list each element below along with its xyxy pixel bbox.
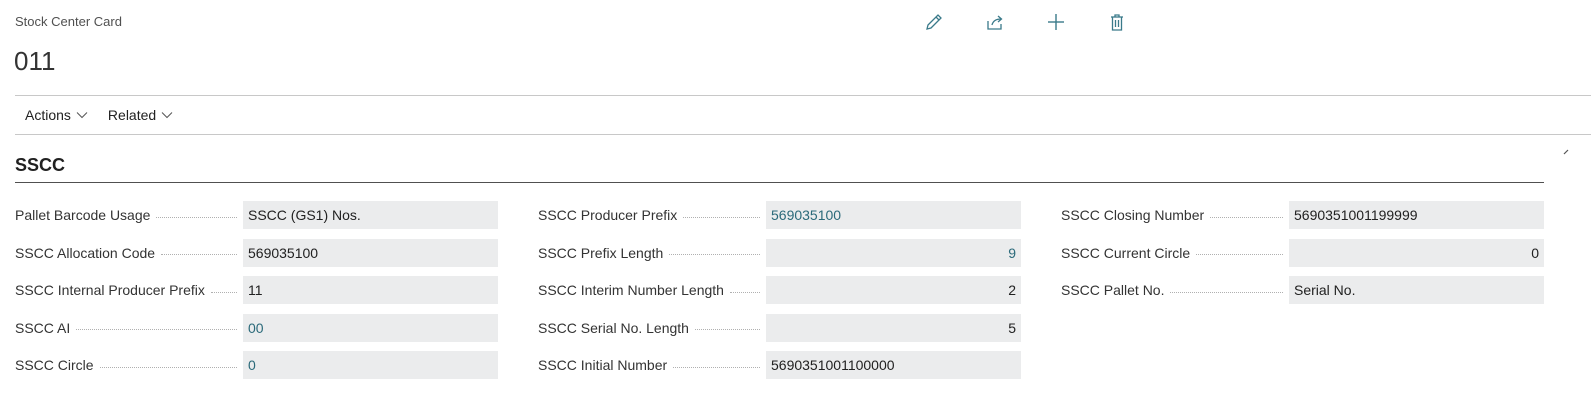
field-sscc-initial-number: SSCC Initial Number 5690351001100000 [538, 351, 1021, 379]
field-sscc-circle: SSCC Circle 0 [15, 351, 498, 379]
field-label: SSCC Pallet No. [1061, 282, 1165, 298]
field-label: SSCC Producer Prefix [538, 207, 678, 223]
field-sscc-ai: SSCC AI 00 [15, 313, 498, 342]
section-divider [15, 182, 1544, 183]
field-label: SSCC Prefix Length [538, 244, 664, 261]
sscc-producer-prefix-value-link[interactable]: 569035100 [766, 201, 1021, 229]
field-label: Pallet Barcode Usage [15, 207, 151, 223]
field-label: SSCC Current Circle [1061, 244, 1191, 261]
related-menu-label: Related [107, 107, 157, 123]
related-menu[interactable]: Related [98, 96, 183, 134]
field-sscc-prefix-length: SSCC Prefix Length 9 [538, 238, 1021, 267]
field-sscc-current-circle: SSCC Current Circle 0 [1061, 238, 1544, 267]
field-pallet-barcode-usage: Pallet Barcode Usage SSCC (GS1) Nos. [15, 201, 498, 229]
sscc-pallet-no-value[interactable]: Serial No. [1289, 276, 1544, 304]
page-caption: Stock Center Card [15, 14, 122, 29]
field-label: SSCC Circle [15, 357, 94, 373]
field-label: SSCC Allocation Code [15, 244, 156, 261]
field-label: SSCC Internal Producer Prefix [15, 282, 205, 298]
sscc-ai-value-link[interactable]: 00 [243, 313, 498, 342]
leader-dots [156, 216, 237, 218]
sscc-fields: Pallet Barcode Usage SSCC (GS1) Nos. SSC… [15, 201, 1544, 389]
leader-dots [1196, 254, 1283, 255]
delete-icon [1111, 14, 1123, 31]
field-label: SSCC Closing Number [1061, 207, 1205, 223]
actions-menu[interactable]: Actions [15, 96, 98, 134]
sscc-closing-number-value[interactable]: 5690351001199999 [1289, 201, 1544, 229]
field-sscc-allocation-code: SSCC Allocation Code 569035100 [15, 238, 498, 267]
leader-dots [1170, 291, 1283, 293]
actionbar-top-divider [15, 95, 1591, 96]
field-label: SSCC Serial No. Length [538, 319, 689, 336]
sscc-initial-number-value[interactable]: 5690351001100000 [766, 351, 1021, 379]
fields-column-2: SSCC Producer Prefix 569035100 SSCC Pref… [538, 201, 1021, 389]
new-icon [1048, 14, 1064, 30]
chevron-down-icon [76, 112, 88, 119]
leader-dots [99, 366, 237, 368]
actions-menu-label: Actions [25, 107, 71, 123]
delete-button[interactable] [1105, 10, 1129, 34]
sscc-allocation-code-value[interactable]: 569035100 [243, 238, 498, 267]
field-label: SSCC Initial Number [538, 357, 668, 373]
sscc-internal-producer-prefix-value[interactable]: 11 [243, 276, 498, 304]
chevron-down-icon [161, 112, 173, 119]
leader-dots [1210, 216, 1283, 218]
field-sscc-pallet-no: SSCC Pallet No. Serial No. [1061, 276, 1544, 304]
field-sscc-internal-producer-prefix: SSCC Internal Producer Prefix 11 [15, 276, 498, 304]
edit-icon [926, 14, 942, 30]
leader-dots [683, 216, 760, 218]
edit-button[interactable] [922, 10, 946, 34]
field-sscc-producer-prefix: SSCC Producer Prefix 569035100 [538, 201, 1021, 229]
sscc-prefix-length-value-link[interactable]: 9 [766, 238, 1021, 267]
fields-column-3: SSCC Closing Number 5690351001199999 SSC… [1061, 201, 1544, 389]
leader-dots [76, 329, 237, 330]
action-bar: Actions Related [15, 96, 183, 134]
field-sscc-closing-number: SSCC Closing Number 5690351001199999 [1061, 201, 1544, 229]
share-icon [987, 15, 1003, 30]
leader-dots [210, 291, 237, 293]
sscc-current-circle-value[interactable]: 0 [1289, 238, 1544, 267]
new-button[interactable] [1044, 10, 1068, 34]
leader-dots [694, 329, 760, 330]
field-label: SSCC Interim Number Length [538, 282, 724, 298]
field-sscc-interim-number-length: SSCC Interim Number Length 2 [538, 276, 1021, 304]
sscc-interim-number-length-value[interactable]: 2 [766, 276, 1021, 304]
sscc-circle-value-link[interactable]: 0 [243, 351, 498, 379]
sscc-serial-no-length-value[interactable]: 5 [766, 313, 1021, 342]
leader-dots [669, 254, 760, 255]
section-title-sscc[interactable]: SSCC [15, 155, 65, 176]
actionbar-bottom-divider [15, 134, 1591, 135]
record-title: 011 [14, 46, 56, 76]
field-sscc-serial-no-length: SSCC Serial No. Length 5 [538, 313, 1021, 342]
pallet-barcode-usage-value[interactable]: SSCC (GS1) Nos. [243, 201, 498, 229]
leader-dots [729, 291, 760, 293]
scroll-up-icon[interactable] [1560, 140, 1572, 156]
leader-dots [673, 366, 760, 368]
fields-column-1: Pallet Barcode Usage SSCC (GS1) Nos. SSC… [15, 201, 498, 389]
share-button[interactable] [983, 10, 1007, 34]
leader-dots [161, 254, 237, 255]
field-label: SSCC AI [15, 319, 71, 336]
card-toolbar [922, 10, 1166, 34]
